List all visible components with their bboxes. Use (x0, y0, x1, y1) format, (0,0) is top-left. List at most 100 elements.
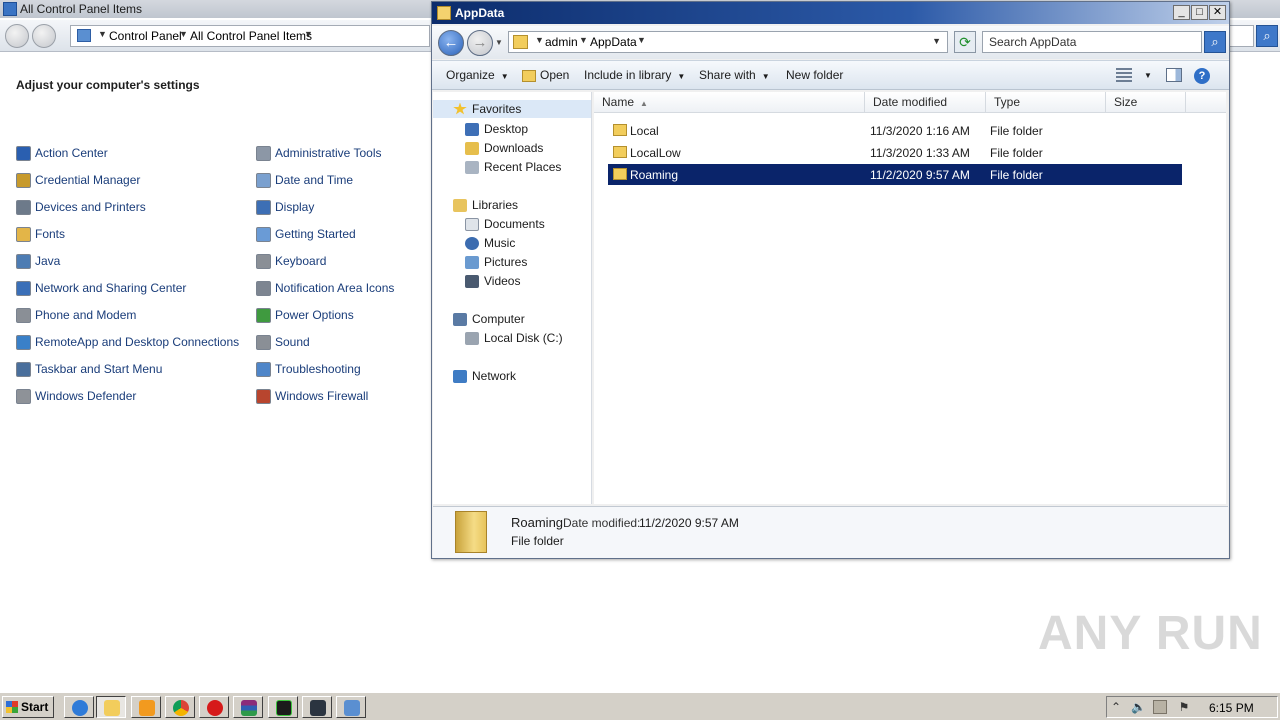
breadcrumb-control-panel[interactable]: Control Panel (109, 29, 182, 43)
chevron-down-icon[interactable]: ▼ (179, 29, 188, 39)
column-date-modified[interactable]: Date modified (865, 92, 986, 113)
preview-pane-icon[interactable] (1166, 68, 1182, 82)
new-folder-button[interactable]: New folder (786, 68, 843, 82)
close-button[interactable]: ✕ (1209, 5, 1226, 20)
nav-local-disk[interactable]: Local Disk (C:) (465, 329, 563, 347)
control-panel-item[interactable]: Devices and Printers (16, 198, 146, 216)
nav-documents[interactable]: Documents (465, 215, 545, 233)
taskbar-app[interactable] (268, 696, 298, 718)
breadcrumb-admin[interactable]: admin (545, 35, 578, 49)
organize-button[interactable]: Organize ▼ (446, 68, 509, 82)
taskbar-media-player[interactable] (131, 696, 161, 718)
nav-downloads[interactable]: Downloads (465, 139, 543, 157)
chevron-down-icon[interactable]: ▼ (304, 29, 313, 39)
forward-button[interactable]: → (467, 30, 493, 56)
recent-pages-dropdown[interactable]: ▼ (495, 38, 503, 47)
navigation-pane: Favorites Desktop Downloads Recent Place… (433, 92, 592, 504)
nav-favorites[interactable]: Favorites (433, 100, 591, 118)
control-panel-item[interactable]: Troubleshooting (256, 360, 361, 378)
folder-icon (513, 35, 528, 49)
explorer-address-bar[interactable]: ▼ admin ▼ AppData ▼ ▼ (508, 31, 948, 53)
chevron-down-icon[interactable]: ▼ (535, 35, 544, 45)
column-name[interactable]: Name ▲ (594, 92, 865, 113)
change-view-icon[interactable] (1116, 68, 1132, 82)
control-panel-item[interactable]: Windows Firewall (256, 387, 368, 405)
forward-button[interactable] (32, 24, 56, 48)
control-panel-item[interactable]: Java (16, 252, 60, 270)
chevron-down-icon[interactable]: ▼ (637, 35, 646, 45)
nav-computer[interactable]: Computer (453, 310, 525, 328)
control-panel-item[interactable]: Credential Manager (16, 171, 140, 189)
action-center-flag-icon[interactable]: ⚑ (1177, 700, 1191, 714)
clock[interactable]: 6:15 PM (1209, 701, 1254, 715)
address-dropdown-icon[interactable]: ▼ (932, 36, 941, 46)
refresh-icon[interactable]: ⟳ (954, 31, 976, 53)
control-panel-item[interactable]: Keyboard (256, 252, 326, 270)
taskbar-ie[interactable] (64, 696, 94, 718)
nav-recent-places[interactable]: Recent Places (465, 158, 561, 176)
network-tray-icon[interactable] (1153, 700, 1167, 714)
taskbar-cmd[interactable] (302, 696, 332, 718)
control-panel-item[interactable]: RemoteApp and Desktop Connections (16, 333, 239, 351)
control-panel-item[interactable]: Date and Time (256, 171, 353, 189)
folder-icon (104, 700, 120, 716)
file-date: 11/3/2020 1:16 AM (870, 124, 970, 138)
include-in-library-button[interactable]: Include in library ▼ (584, 68, 685, 82)
back-button[interactable]: ← (438, 30, 464, 56)
nav-music-label: Music (484, 236, 516, 250)
control-panel-item-label: Action Center (35, 146, 108, 160)
nav-network[interactable]: Network (453, 367, 516, 385)
breadcrumb-all-items[interactable]: All Control Panel Items (190, 29, 312, 43)
control-panel-item[interactable]: Power Options (256, 306, 354, 324)
show-hidden-icons[interactable]: ⌃ (1109, 700, 1123, 714)
nav-libraries[interactable]: Libraries (453, 196, 518, 214)
file-row[interactable]: LocalLow 11/3/2020 1:33 AM File folder (608, 142, 1182, 163)
page-title: Adjust your computer's settings (16, 78, 200, 92)
control-panel-search-input[interactable] (1228, 25, 1254, 47)
column-type[interactable]: Type (986, 92, 1106, 113)
nav-music[interactable]: Music (465, 234, 515, 252)
control-panel-item[interactable]: Phone and Modem (16, 306, 136, 324)
file-row[interactable]: Roaming 11/2/2020 9:57 AM File folder (608, 164, 1182, 185)
control-panel-item[interactable]: Display (256, 198, 314, 216)
control-panel-item[interactable]: Taskbar and Start Menu (16, 360, 162, 378)
help-icon[interactable]: ? (1194, 68, 1210, 84)
control-panel-item[interactable]: Fonts (16, 225, 65, 243)
control-panel-item[interactable]: Getting Started (256, 225, 356, 243)
nav-desktop[interactable]: Desktop (465, 120, 528, 138)
share-with-button[interactable]: Share with ▼ (699, 68, 770, 82)
open-folder-icon (522, 69, 536, 82)
control-panel-item[interactable]: Notification Area Icons (256, 279, 394, 297)
explorer-titlebar[interactable]: AppData _ □ ✕ (432, 2, 1229, 24)
column-size[interactable]: Size (1106, 92, 1186, 113)
java-icon (16, 253, 31, 269)
chevron-down-icon[interactable]: ▼ (579, 35, 588, 45)
taskbar-opera[interactable] (199, 696, 229, 718)
search-icon[interactable]: ⌕ (1204, 31, 1226, 53)
control-panel-item[interactable]: Network and Sharing Center (16, 279, 186, 297)
control-panel-item[interactable]: Action Center (16, 144, 108, 162)
speaker-icon (256, 334, 271, 350)
control-panel-address-bar[interactable]: ▼ Control Panel ▼ All Control Panel Item… (70, 25, 430, 47)
nav-pictures[interactable]: Pictures (465, 253, 527, 271)
search-input[interactable]: Search AppData (982, 31, 1202, 53)
chevron-down-icon[interactable]: ▼ (98, 29, 107, 39)
breadcrumb-appdata[interactable]: AppData (590, 35, 637, 49)
file-row[interactable]: Local 11/3/2020 1:16 AM File folder (608, 120, 1182, 141)
control-panel-item[interactable]: Sound (256, 333, 310, 351)
view-options-dropdown[interactable]: ▼ (1144, 71, 1152, 80)
taskbar-winrar[interactable] (233, 696, 263, 718)
taskbar-explorer[interactable] (96, 696, 126, 718)
back-button[interactable] (5, 24, 29, 48)
search-icon[interactable]: ⌕ (1256, 25, 1278, 47)
taskbar-control-panel[interactable] (336, 696, 366, 718)
taskbar-chrome[interactable] (165, 696, 195, 718)
nav-videos[interactable]: Videos (465, 272, 520, 290)
open-button[interactable]: Open (522, 68, 569, 82)
control-panel-item[interactable]: Windows Defender (16, 387, 136, 405)
volume-icon[interactable]: 🔈 (1131, 700, 1146, 714)
minimize-button[interactable]: _ (1173, 5, 1190, 20)
maximize-button[interactable]: □ (1191, 5, 1208, 20)
control-panel-item[interactable]: Administrative Tools (256, 144, 382, 162)
start-button[interactable]: Start (2, 696, 54, 718)
